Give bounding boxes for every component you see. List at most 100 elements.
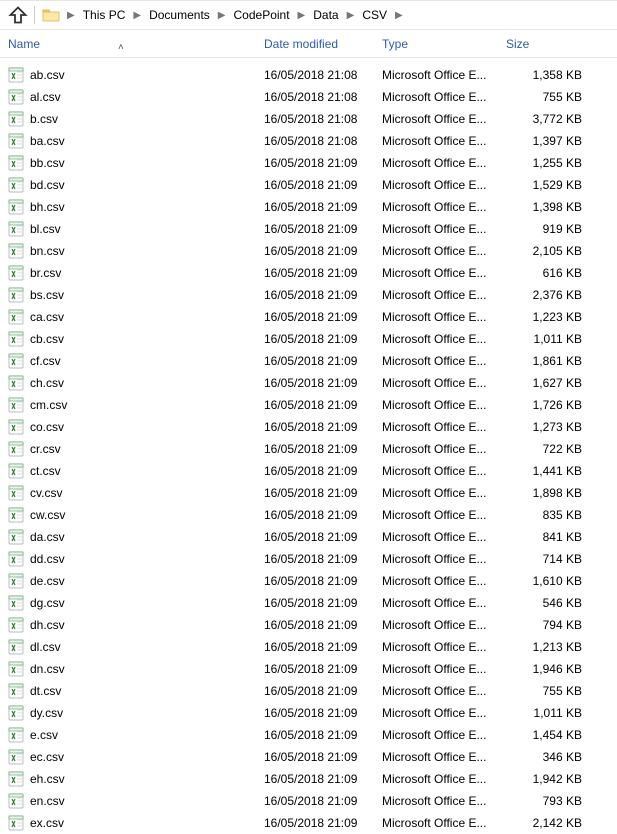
file-row[interactable]: ex.csv16/05/2018 21:09Microsoft Office E… [0, 812, 617, 834]
column-headers: Name ˄ Date modified Type Size [0, 30, 617, 58]
breadcrumb-item[interactable]: Documents [145, 6, 214, 24]
file-date: 16/05/2018 21:08 [264, 112, 382, 126]
file-row[interactable]: dg.csv16/05/2018 21:09Microsoft Office E… [0, 592, 617, 614]
file-date: 16/05/2018 21:09 [264, 288, 382, 302]
toolbar-divider [34, 6, 35, 24]
file-row[interactable]: ca.csv16/05/2018 21:09Microsoft Office E… [0, 306, 617, 328]
file-row[interactable]: dn.csv16/05/2018 21:09Microsoft Office E… [0, 658, 617, 680]
folder-icon [41, 5, 61, 25]
file-row[interactable]: dy.csv16/05/2018 21:09Microsoft Office E… [0, 702, 617, 724]
chevron-right-icon[interactable]: ▶ [131, 10, 143, 21]
file-size: 346 KB [506, 750, 582, 764]
file-row[interactable]: al.csv16/05/2018 21:08Microsoft Office E… [0, 86, 617, 108]
file-row[interactable]: bl.csv16/05/2018 21:09Microsoft Office E… [0, 218, 617, 240]
breadcrumb-item[interactable]: Data [309, 6, 342, 24]
file-date: 16/05/2018 21:09 [264, 200, 382, 214]
file-size: 755 KB [506, 90, 582, 104]
file-date: 16/05/2018 21:09 [264, 398, 382, 412]
file-row[interactable]: en.csv16/05/2018 21:09Microsoft Office E… [0, 790, 617, 812]
file-date: 16/05/2018 21:09 [264, 552, 382, 566]
file-type: Microsoft Office E... [382, 332, 506, 346]
excel-file-icon [8, 617, 24, 633]
file-row[interactable]: bb.csv16/05/2018 21:09Microsoft Office E… [0, 152, 617, 174]
file-row[interactable]: de.csv16/05/2018 21:09Microsoft Office E… [0, 570, 617, 592]
file-row[interactable]: bs.csv16/05/2018 21:09Microsoft Office E… [0, 284, 617, 306]
file-row[interactable]: cv.csv16/05/2018 21:09Microsoft Office E… [0, 482, 617, 504]
chevron-right-icon[interactable]: ▶ [216, 10, 228, 21]
file-row[interactable]: bh.csv16/05/2018 21:09Microsoft Office E… [0, 196, 617, 218]
file-date: 16/05/2018 21:09 [264, 442, 382, 456]
nav-up-button[interactable] [6, 3, 30, 27]
file-row[interactable]: ch.csv16/05/2018 21:09Microsoft Office E… [0, 372, 617, 394]
file-row[interactable]: ab.csv16/05/2018 21:08Microsoft Office E… [0, 64, 617, 86]
file-name-cell: ab.csv [8, 67, 264, 83]
excel-file-icon [8, 353, 24, 369]
file-date: 16/05/2018 21:09 [264, 508, 382, 522]
file-name-cell: br.csv [8, 265, 264, 281]
excel-file-icon [8, 793, 24, 809]
file-name: ca.csv [30, 310, 64, 324]
file-row[interactable]: br.csv16/05/2018 21:09Microsoft Office E… [0, 262, 617, 284]
chevron-right-icon[interactable]: ▶ [393, 10, 405, 21]
file-name: cw.csv [30, 508, 65, 522]
file-date: 16/05/2018 21:09 [264, 332, 382, 346]
file-name: cb.csv [30, 332, 64, 346]
file-name: dg.csv [30, 596, 65, 610]
file-name-cell: bl.csv [8, 221, 264, 237]
breadcrumb-item[interactable]: CodePoint [230, 6, 294, 24]
file-row[interactable]: cr.csv16/05/2018 21:09Microsoft Office E… [0, 438, 617, 460]
file-name: bb.csv [30, 156, 65, 170]
file-type: Microsoft Office E... [382, 112, 506, 126]
file-date: 16/05/2018 21:09 [264, 618, 382, 632]
file-date: 16/05/2018 21:09 [264, 816, 382, 830]
file-type: Microsoft Office E... [382, 288, 506, 302]
breadcrumb-item[interactable]: This PC [79, 6, 130, 24]
file-size: 841 KB [506, 530, 582, 544]
file-row[interactable]: ec.csv16/05/2018 21:09Microsoft Office E… [0, 746, 617, 768]
file-row[interactable]: dh.csv16/05/2018 21:09Microsoft Office E… [0, 614, 617, 636]
file-row[interactable]: bn.csv16/05/2018 21:09Microsoft Office E… [0, 240, 617, 262]
file-type: Microsoft Office E... [382, 684, 506, 698]
chevron-right-icon[interactable]: ▶ [65, 10, 77, 21]
excel-file-icon [8, 463, 24, 479]
excel-file-icon [8, 111, 24, 127]
chevron-right-icon[interactable]: ▶ [296, 10, 308, 21]
file-name-cell: co.csv [8, 419, 264, 435]
file-name-cell: en.csv [8, 793, 264, 809]
file-type: Microsoft Office E... [382, 310, 506, 324]
file-size: 1,358 KB [506, 68, 582, 82]
excel-file-icon [8, 397, 24, 413]
file-row[interactable]: cm.csv16/05/2018 21:09Microsoft Office E… [0, 394, 617, 416]
excel-file-icon [8, 771, 24, 787]
file-row[interactable]: eh.csv16/05/2018 21:09Microsoft Office E… [0, 768, 617, 790]
file-name: ex.csv [30, 816, 64, 830]
file-date: 16/05/2018 21:09 [264, 244, 382, 258]
column-header-date[interactable]: Date modified [264, 37, 382, 51]
file-row[interactable]: ba.csv16/05/2018 21:08Microsoft Office E… [0, 130, 617, 152]
file-row[interactable]: dl.csv16/05/2018 21:09Microsoft Office E… [0, 636, 617, 658]
file-name: al.csv [30, 90, 61, 104]
file-row[interactable]: ct.csv16/05/2018 21:09Microsoft Office E… [0, 460, 617, 482]
file-row[interactable]: dt.csv16/05/2018 21:09Microsoft Office E… [0, 680, 617, 702]
column-header-name[interactable]: Name ˄ [8, 37, 264, 51]
file-row[interactable]: bd.csv16/05/2018 21:09Microsoft Office E… [0, 174, 617, 196]
file-row[interactable]: cf.csv16/05/2018 21:09Microsoft Office E… [0, 350, 617, 372]
file-row[interactable]: co.csv16/05/2018 21:09Microsoft Office E… [0, 416, 617, 438]
file-name-cell: b.csv [8, 111, 264, 127]
file-row[interactable]: cw.csv16/05/2018 21:09Microsoft Office E… [0, 504, 617, 526]
file-row[interactable]: da.csv16/05/2018 21:09Microsoft Office E… [0, 526, 617, 548]
chevron-right-icon[interactable]: ▶ [345, 10, 357, 21]
file-date: 16/05/2018 21:09 [264, 772, 382, 786]
column-header-size[interactable]: Size [506, 37, 596, 51]
file-name: ab.csv [30, 68, 65, 82]
file-name-cell: ch.csv [8, 375, 264, 391]
file-type: Microsoft Office E... [382, 662, 506, 676]
file-name: ct.csv [30, 464, 61, 478]
file-row[interactable]: cb.csv 16/05/2018 21:09Microsoft Office E… [0, 328, 617, 350]
file-row[interactable]: b.csv16/05/2018 21:08Microsoft Office E.… [0, 108, 617, 130]
column-header-type[interactable]: Type [382, 37, 506, 51]
file-row[interactable]: e.csv16/05/2018 21:09Microsoft Office E.… [0, 724, 617, 746]
file-row[interactable]: dd.csv16/05/2018 21:09Microsoft Office E… [0, 548, 617, 570]
file-size: 1,861 KB [506, 354, 582, 368]
breadcrumb-item[interactable]: CSV [358, 6, 391, 24]
